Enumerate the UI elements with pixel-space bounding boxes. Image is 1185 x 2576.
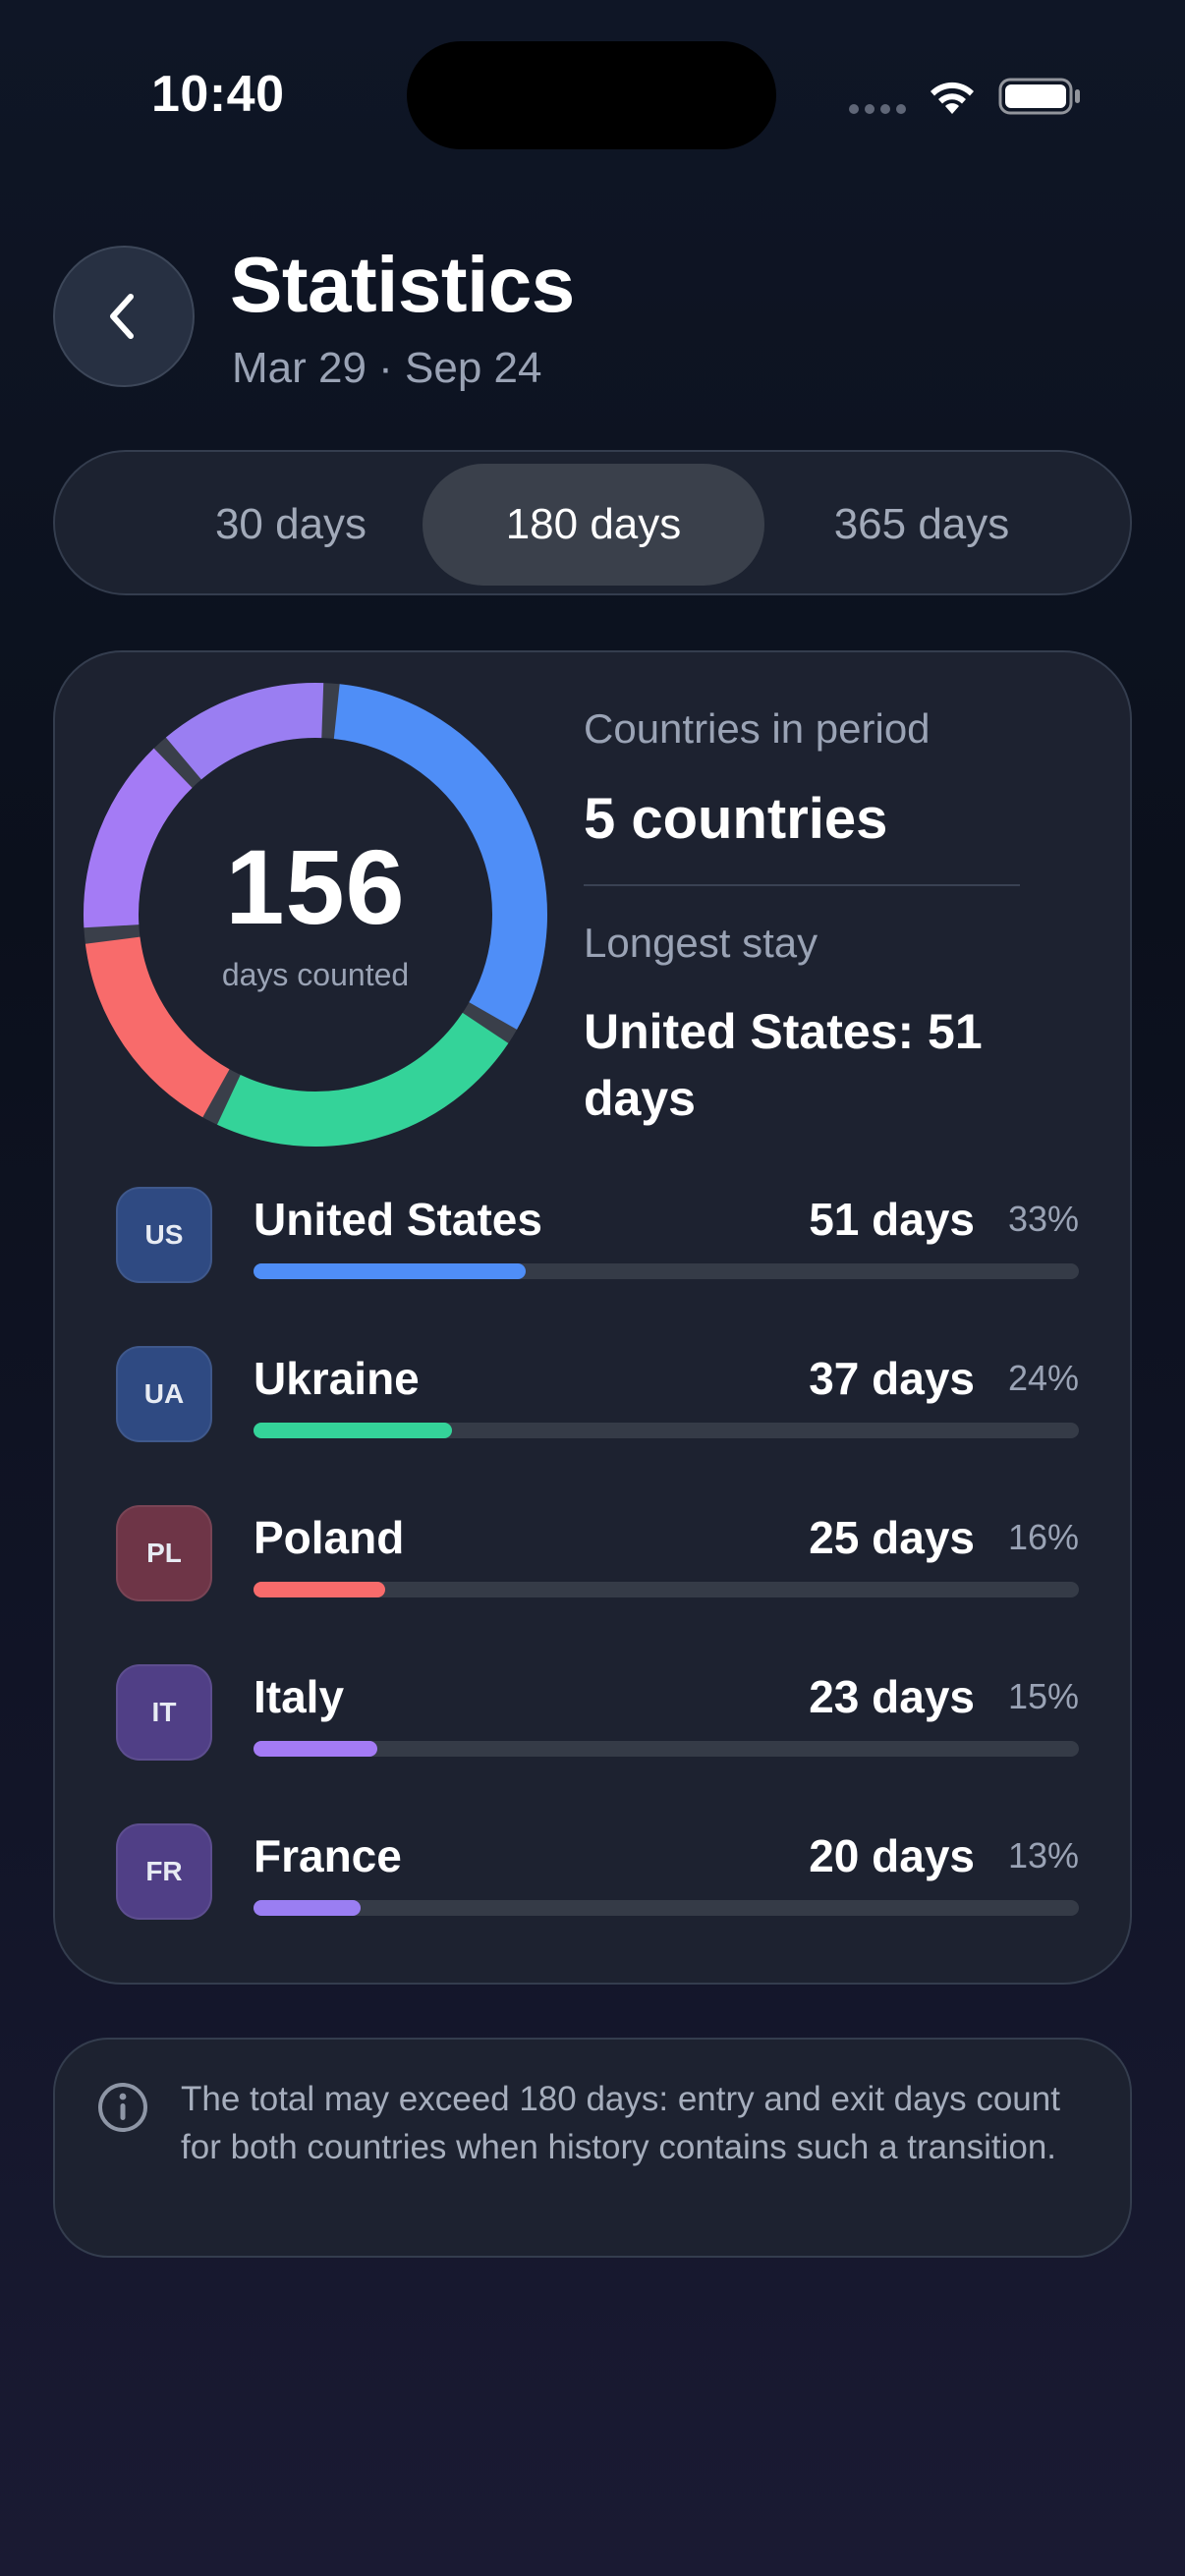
tab-180-days[interactable]: 180 days (423, 464, 764, 586)
progress-track (254, 1741, 1079, 1757)
chevron-left-icon (110, 294, 134, 339)
country-name: United States (254, 1194, 542, 1245)
progress-track (254, 1263, 1079, 1279)
country-badge: FR (116, 1823, 212, 1920)
tab-365-days[interactable]: 365 days (751, 464, 1093, 586)
country-badge: UA (116, 1346, 212, 1442)
longest-stay-label: Longest stay (584, 920, 818, 966)
progress-track (254, 1423, 1079, 1438)
progress-fill (254, 1423, 452, 1438)
country-row-us: US United States 51 days 33% (116, 1187, 1079, 1295)
wifi-icon (931, 82, 974, 114)
donut-segment-france (165, 683, 324, 780)
status-bar: 10:40 (0, 0, 1185, 187)
country-percent: 24% (1007, 1358, 1079, 1398)
tab-30-days[interactable]: 30 days (120, 464, 462, 586)
progress-fill (254, 1900, 362, 1916)
country-badge: PL (116, 1505, 212, 1601)
donut-segment-ukraine (216, 1012, 509, 1147)
countries-in-period-value: 5 countries (584, 787, 888, 851)
countries-in-period-label: Countries in period (584, 705, 931, 752)
country-days: 23 days (809, 1671, 975, 1722)
country-name: France (254, 1830, 402, 1881)
progress-track (254, 1900, 1079, 1916)
dynamic-island (407, 41, 776, 149)
country-days: 20 days (809, 1830, 975, 1881)
progress-track (254, 1582, 1079, 1597)
date-range: Mar 29 · Sep 24 (232, 344, 542, 392)
status-time: 10:40 (151, 66, 285, 123)
progress-fill (254, 1263, 527, 1279)
country-name: Ukraine (254, 1353, 420, 1404)
country-days: 37 days (809, 1353, 975, 1404)
country-row-it: IT Italy 23 days 15% (116, 1664, 1079, 1772)
country-percent: 15% (1007, 1676, 1079, 1716)
country-row-ua: UA Ukraine 37 days 24% (116, 1346, 1079, 1454)
total-days-label: days counted (221, 957, 410, 992)
country-row-pl: PL Poland 25 days 16% (116, 1505, 1079, 1613)
progress-fill (254, 1582, 386, 1597)
country-percent: 13% (1007, 1835, 1079, 1876)
page-title: Statistics (230, 241, 575, 328)
country-badge: US (116, 1187, 212, 1283)
country-percent: 16% (1007, 1517, 1079, 1557)
total-days-value: 156 (225, 827, 406, 946)
info-icon (98, 2083, 147, 2132)
summary-divider (584, 884, 1020, 886)
country-percent: 33% (1007, 1199, 1079, 1239)
country-row-fr: FR France 20 days 13% (116, 1823, 1079, 1932)
country-badge: IT (116, 1664, 212, 1761)
progress-fill (254, 1741, 377, 1757)
country-name: Italy (254, 1671, 345, 1722)
country-name: Poland (254, 1512, 405, 1563)
country-days: 25 days (809, 1512, 975, 1563)
longest-stay-value: United States: 51 days (584, 1004, 983, 1126)
info-note: The total may exceed 180 days: entry and… (181, 2080, 1060, 2166)
cellular-signal-icon (849, 104, 908, 116)
period-segmented-control: 30 days 180 days 365 days (53, 450, 1132, 595)
back-button[interactable] (53, 246, 195, 387)
battery-icon (998, 78, 1080, 115)
country-days: 51 days (809, 1194, 975, 1245)
